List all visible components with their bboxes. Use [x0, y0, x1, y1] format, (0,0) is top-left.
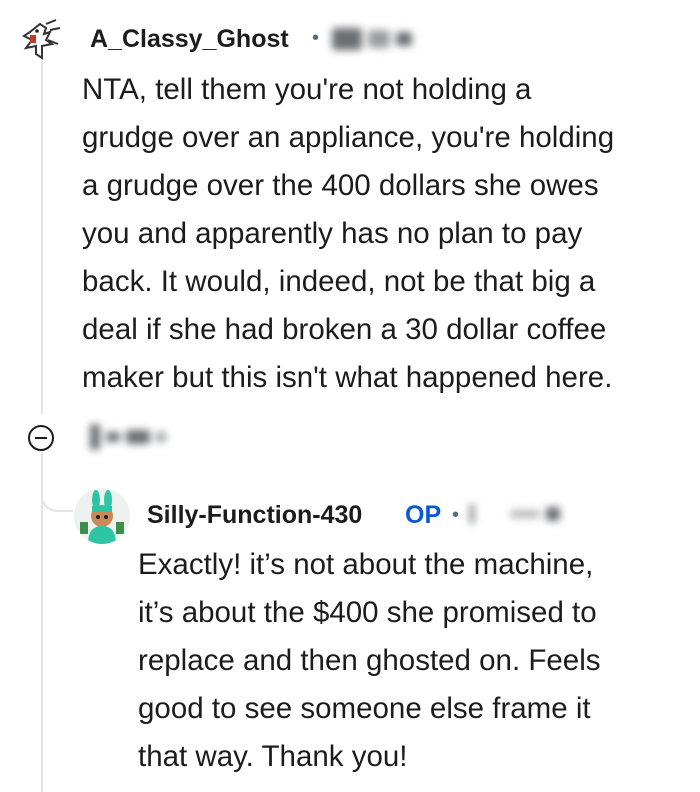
- thread-line-main: [41, 62, 43, 414]
- reply-connector: [41, 470, 73, 512]
- ghost-avatar-icon: [22, 19, 61, 60]
- meta-separator: •: [452, 504, 460, 526]
- redacted-actions: [90, 424, 172, 450]
- op-badge: OP: [405, 501, 442, 529]
- comment-body: NTA, tell them you're not holding a grud…: [82, 73, 615, 394]
- minus-circle-icon[interactable]: [28, 425, 54, 451]
- comment-username[interactable]: A_Classy_Ghost: [90, 25, 289, 54]
- avatar[interactable]: [16, 18, 64, 66]
- reply-body: Exactly! it’s not about the machine, it’…: [138, 548, 601, 773]
- bunny-avatar-icon: [80, 490, 124, 544]
- redacted-timestamp: [332, 28, 418, 50]
- reply-username[interactable]: Silly-Function-430: [147, 501, 362, 530]
- meta-separator: •: [312, 27, 320, 49]
- avatar[interactable]: [74, 488, 130, 544]
- redacted-timestamp: [470, 504, 566, 524]
